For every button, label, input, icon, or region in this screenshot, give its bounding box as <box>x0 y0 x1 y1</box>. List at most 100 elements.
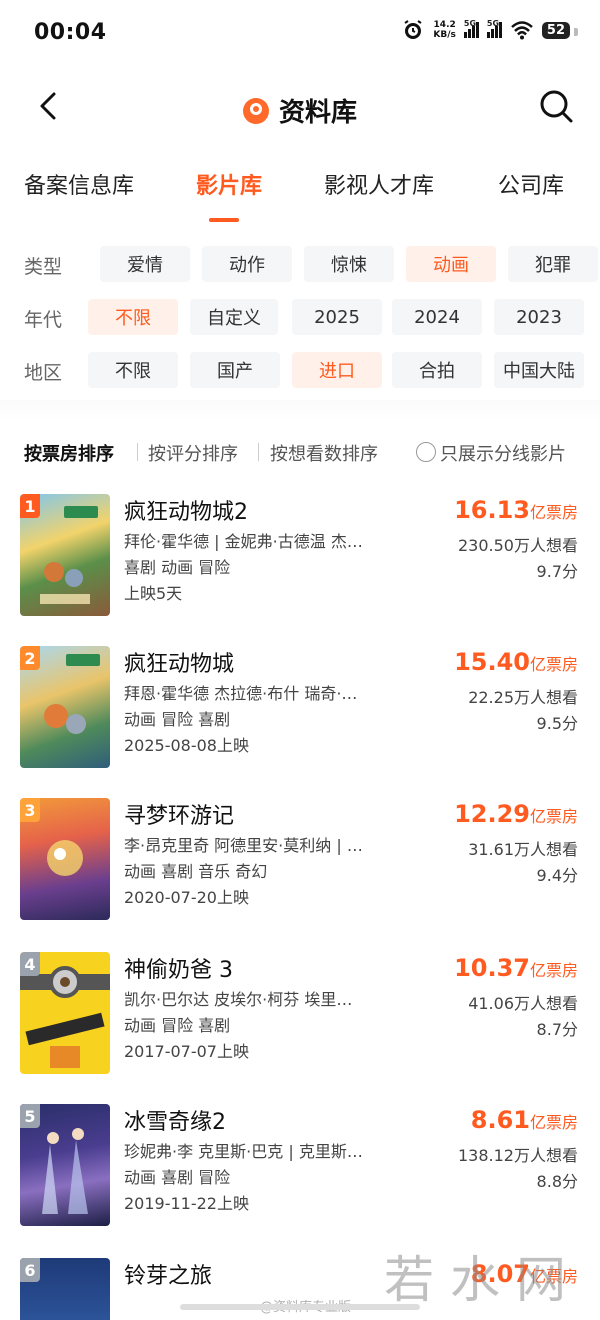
filter-label: 地区 <box>24 362 63 384</box>
rank-badge: 5 <box>20 1104 40 1128</box>
logo-icon <box>242 97 269 124</box>
want-count: 31.61万人想看 <box>468 840 578 859</box>
movie-cast: 凯尔·巴尔达 皮埃尔·柯芬 埃里… <box>124 990 353 1009</box>
movie-score: 9.5分 <box>536 714 578 733</box>
movie-poster[interactable]: 2 <box>20 646 110 768</box>
split-films-radio[interactable] <box>416 442 436 462</box>
status-bar: 00:04 14.2 KB/s 5G 5G 52 <box>0 0 600 68</box>
movie-release: 2020-07-20上映 <box>124 888 249 907</box>
filter-row-type: 类型 爱情 动作 惊悚 动画 犯罪 <box>0 244 600 284</box>
want-count: 230.50万人想看 <box>458 536 578 555</box>
filters: 类型 爱情 动作 惊悚 动画 犯罪 年代 不限 自定义 2025 2024 20… <box>0 240 600 410</box>
filter-chip[interactable]: 中国大陆 <box>494 352 584 388</box>
movie-score: 8.8分 <box>536 1172 578 1191</box>
status-time: 00:04 <box>34 20 107 45</box>
status-icons: 14.2 KB/s 5G 5G 52 <box>401 18 579 42</box>
filter-chip-selected[interactable]: 动画 <box>406 246 496 282</box>
filter-chip[interactable]: 惊悚 <box>304 246 394 282</box>
title-wrap: 资料库 <box>0 92 600 129</box>
tab-filing-info[interactable]: 备案信息库 <box>24 168 134 200</box>
split-films-label[interactable]: 只展示分线影片 <box>440 440 566 466</box>
movie-cast: 珍妮弗·李 克里斯·巴克 | 克里斯… <box>124 1142 363 1161</box>
movie-item[interactable]: 1 疯狂动物城2 拜伦·霍华德 | 金妮弗·古德温 杰… 喜剧 动画 冒险 上映… <box>0 494 600 624</box>
filter-chip[interactable]: 国产 <box>190 352 280 388</box>
filter-chip[interactable]: 2024 <box>392 299 482 335</box>
filter-chip[interactable]: 犯罪 <box>508 246 598 282</box>
movie-cast: 拜伦·霍华德 | 金妮弗·古德温 杰… <box>124 532 363 551</box>
movie-title[interactable]: 寻梦环游记 <box>124 798 234 830</box>
page-title: 资料库 <box>278 98 357 128</box>
movie-genres: 动画 喜剧 冒险 <box>124 1168 231 1187</box>
tab-talent[interactable]: 影视人才库 <box>324 168 434 200</box>
sort-by-want[interactable]: 按想看数排序 <box>270 440 378 466</box>
movie-score: 9.7分 <box>536 562 578 581</box>
movie-score: 8.7分 <box>536 1020 578 1039</box>
movie-poster[interactable]: 5 <box>20 1104 110 1226</box>
divider <box>0 400 600 420</box>
movie-poster[interactable]: 1 <box>20 494 110 616</box>
home-indicator[interactable] <box>180 1304 420 1310</box>
header: 资料库 <box>0 68 600 148</box>
tab-companies[interactable]: 公司库 <box>498 168 564 200</box>
movie-cast: 李·昂克里奇 阿德里安·莫利纳 | … <box>124 836 363 855</box>
movie-genres: 动画 冒险 喜剧 <box>124 710 231 729</box>
wifi-icon <box>511 21 533 40</box>
divider <box>137 443 138 461</box>
filter-label: 年代 <box>24 309 63 331</box>
filter-chip[interactable]: 不限 <box>88 352 178 388</box>
movie-genres: 动画 冒险 喜剧 <box>124 1016 231 1035</box>
movie-score: 9.4分 <box>536 866 578 885</box>
filter-chip[interactable]: 2025 <box>292 299 382 335</box>
movie-release: 2025-08-08上映 <box>124 736 249 755</box>
movie-release: 2019-11-22上映 <box>124 1194 249 1213</box>
movie-poster[interactable]: 4 <box>20 952 110 1074</box>
filter-chip[interactable]: 爱情 <box>100 246 190 282</box>
rank-badge: 3 <box>20 798 40 822</box>
want-count: 138.12万人想看 <box>458 1146 578 1165</box>
movie-item[interactable]: 3 寻梦环游记 李·昂克里奇 阿德里安·莫利纳 | … 动画 喜剧 音乐 奇幻 … <box>0 798 600 928</box>
filter-chip[interactable]: 2023 <box>494 299 584 335</box>
rank-badge: 2 <box>20 646 40 670</box>
movie-poster[interactable]: 6 <box>20 1258 110 1320</box>
movie-poster[interactable]: 3 <box>20 798 110 920</box>
filter-chip-selected[interactable]: 不限 <box>88 299 178 335</box>
battery-icon: 52 <box>541 21 579 39</box>
movie-title[interactable]: 疯狂动物城 <box>124 646 234 678</box>
movie-title[interactable]: 神偷奶爸 3 <box>124 952 233 984</box>
alarm-icon <box>404 20 422 39</box>
rank-badge: 6 <box>20 1258 40 1282</box>
signal-icon-2: 5G <box>486 19 502 38</box>
rank-badge: 1 <box>20 494 40 518</box>
filter-chip[interactable]: 自定义 <box>190 299 278 335</box>
tab-films[interactable]: 影片库 <box>196 168 262 200</box>
want-count: 41.06万人想看 <box>468 994 578 1013</box>
filter-label: 类型 <box>24 256 63 278</box>
box-office: 10.37亿票房 <box>454 954 578 982</box>
movie-title[interactable]: 疯狂动物城2 <box>124 494 248 526</box>
want-count: 22.25万人想看 <box>468 688 578 707</box>
movie-title[interactable]: 冰雪奇缘2 <box>124 1104 226 1136</box>
movie-item[interactable]: 5 冰雪奇缘2 珍妮弗·李 克里斯·巴克 | 克里斯… 动画 喜剧 冒险 201… <box>0 1104 600 1234</box>
active-tab-indicator <box>209 218 239 222</box>
filter-chip[interactable]: 合拍 <box>392 352 482 388</box>
category-tabs: 备案信息库 影片库 影视人才库 公司库 <box>0 160 600 230</box>
movie-genres: 喜剧 动画 冒险 <box>124 558 231 577</box>
sort-by-rating[interactable]: 按评分排序 <box>148 440 238 466</box>
box-office: 16.13亿票房 <box>454 496 578 524</box>
sort-bar: 按票房排序 按评分排序 按想看数排序 只展示分线影片 <box>0 432 600 472</box>
sort-by-box-office[interactable]: 按票房排序 <box>24 440 114 466</box>
movie-item[interactable]: 2 疯狂动物城 拜恩·霍华德 杰拉德·布什 瑞奇·… 动画 冒险 喜剧 2025… <box>0 646 600 776</box>
movie-release: 2017-07-07上映 <box>124 1042 249 1061</box>
movie-cast: 拜恩·霍华德 杰拉德·布什 瑞奇·… <box>124 684 358 703</box>
net-speed: 14.2 KB/s <box>433 20 456 40</box>
movie-item[interactable]: 4 神偷奶爸 3 凯尔·巴尔达 皮埃尔·柯芬 埃里… 动画 冒险 喜剧 2017… <box>0 952 600 1082</box>
filter-chip[interactable]: 动作 <box>202 246 292 282</box>
rank-badge: 4 <box>20 952 40 976</box>
box-office: 15.40亿票房 <box>454 648 578 676</box>
search-icon[interactable] <box>536 86 576 126</box>
movie-title[interactable]: 铃芽之旅 <box>124 1258 212 1290</box>
filter-row-era: 年代 不限 自定义 2025 2024 2023 <box>0 297 600 337</box>
watermark: 若水网 <box>384 1251 582 1309</box>
box-office: 12.29亿票房 <box>454 800 578 828</box>
filter-chip-selected[interactable]: 进口 <box>292 352 382 388</box>
